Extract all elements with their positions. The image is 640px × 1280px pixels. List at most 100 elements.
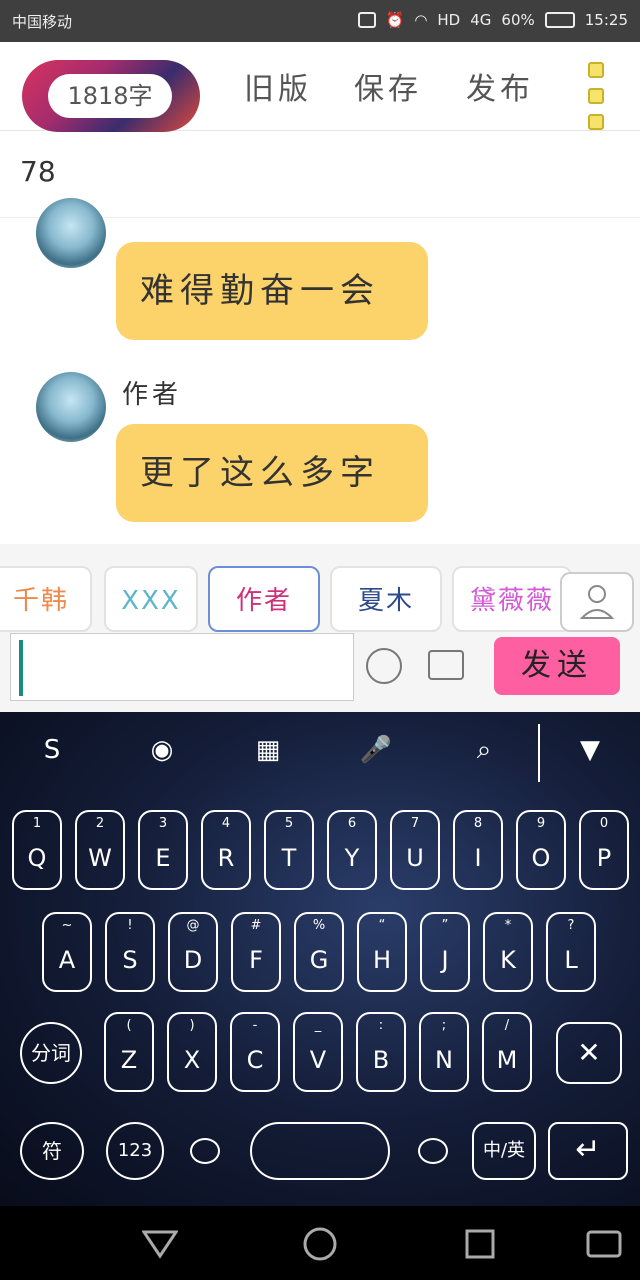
key-label: U xyxy=(406,844,424,872)
symbol-key[interactable]: 符 xyxy=(20,1122,84,1180)
key-a[interactable]: ~ A xyxy=(42,912,92,992)
key-label: A xyxy=(58,946,76,974)
avatar[interactable] xyxy=(36,372,106,442)
alarm-icon: ⏰ xyxy=(385,11,405,29)
key-v[interactable]: _ V xyxy=(293,1012,343,1092)
key-p[interactable]: 0P xyxy=(579,810,629,890)
key-label: H xyxy=(372,946,392,974)
back-icon[interactable] xyxy=(142,1228,178,1260)
chapter-value: 78 xyxy=(20,155,56,188)
key-secondary-label: @ xyxy=(186,918,200,933)
key-q[interactable]: 1Q xyxy=(12,810,62,890)
key-secondary-label: 2 xyxy=(95,816,105,831)
key-label: F xyxy=(249,946,263,974)
more-menu-icon[interactable] xyxy=(588,58,610,140)
keyboard-layout-icon[interactable]: ▦ xyxy=(248,730,288,770)
battery-text: 60% xyxy=(501,11,535,29)
carrier-label: 中国移动 xyxy=(12,13,73,31)
space-key[interactable] xyxy=(250,1122,390,1180)
message-input[interactable] xyxy=(10,633,354,701)
key-secondary-label: : xyxy=(378,1018,384,1033)
home-icon[interactable] xyxy=(302,1226,338,1262)
contact-icon[interactable] xyxy=(560,572,634,632)
key-m[interactable]: / M xyxy=(482,1012,532,1092)
status-icons: ⏰ ◠ HD 4G 60% 15:25 xyxy=(357,11,628,29)
role-tab[interactable]: XXX xyxy=(104,566,198,632)
key-w[interactable]: 2W xyxy=(75,810,125,890)
key-secondary-label: ) xyxy=(189,1018,195,1033)
key-e[interactable]: 3E xyxy=(138,810,188,890)
recents-icon[interactable] xyxy=(464,1228,496,1260)
collapse-keyboard-icon[interactable]: ▼ xyxy=(570,730,610,770)
key-secondary-label: / xyxy=(504,1018,510,1033)
role-tab[interactable]: 千韩 xyxy=(0,566,92,632)
key-z[interactable]: (Z xyxy=(104,1012,154,1092)
hd-label: HD xyxy=(437,11,461,29)
key-secondary-label: ; xyxy=(441,1018,447,1033)
keyboard-toggle-icon[interactable] xyxy=(586,1230,622,1258)
key-i[interactable]: 8I xyxy=(453,810,503,890)
avatar[interactable] xyxy=(36,198,106,268)
sogou-logo-icon[interactable]: S xyxy=(32,730,72,770)
fenci-button[interactable]: 分词 xyxy=(20,1022,82,1084)
key-secondary-label: “ xyxy=(378,918,386,933)
role-tab[interactable]: 夏木 xyxy=(330,566,442,632)
role-tab[interactable]: 黛薇薇 xyxy=(452,566,572,632)
key-label: R xyxy=(217,844,235,872)
delete-key[interactable]: ✕ xyxy=(556,1022,622,1084)
key-secondary-label: 8 xyxy=(473,816,483,831)
key-g[interactable]: % G xyxy=(294,912,344,992)
key-c[interactable]: -C xyxy=(230,1012,280,1092)
chapter-field[interactable]: 78 xyxy=(0,131,640,218)
language-switch-key[interactable]: 中/英 xyxy=(472,1122,536,1180)
enter-key[interactable]: ↵ xyxy=(548,1122,628,1180)
key-r[interactable]: 4R xyxy=(201,810,251,890)
robot-icon[interactable]: ◉ xyxy=(142,730,182,770)
key-l[interactable]: ? L xyxy=(546,912,596,992)
period-key[interactable] xyxy=(418,1138,448,1164)
emoji-icon[interactable] xyxy=(366,648,402,684)
key-f[interactable]: # F xyxy=(231,912,281,992)
key-secondary-label: 9 xyxy=(536,816,546,831)
key-b[interactable]: :B xyxy=(356,1012,406,1092)
send-button[interactable]: 发送 xyxy=(494,637,620,695)
numbers-key[interactable]: 123 xyxy=(106,1122,164,1180)
key-j[interactable]: ” J xyxy=(420,912,470,992)
key-t[interactable]: 5T xyxy=(264,810,314,890)
image-icon[interactable] xyxy=(428,650,464,680)
message-bubble[interactable]: 难得勤奋一会 xyxy=(116,242,428,340)
key-secondary-label: ! xyxy=(127,918,133,933)
save-button[interactable]: 保存 xyxy=(354,64,422,108)
publish-button[interactable]: 发布 xyxy=(466,64,534,108)
comma-key[interactable] xyxy=(190,1138,220,1164)
key-o[interactable]: 9O xyxy=(516,810,566,890)
key-label: X xyxy=(183,1046,201,1074)
old-version-button[interactable]: 旧版 xyxy=(244,64,312,108)
word-count-badge: 1818字 xyxy=(22,60,200,132)
key-d[interactable]: @ D xyxy=(168,912,218,992)
key-x[interactable]: ) X xyxy=(167,1012,217,1092)
key-secondary-label: 5 xyxy=(284,816,294,831)
key-label: J xyxy=(441,946,449,974)
composer-area: 千韩 XXX 作者 夏木 黛薇薇 发送 xyxy=(0,544,640,712)
key-y[interactable]: 6Y xyxy=(327,810,377,890)
top-bar: 1818字 旧版 保存 发布 xyxy=(0,42,640,132)
message-bubble[interactable]: 更了这么多字 xyxy=(116,424,428,522)
key-n[interactable]: ; N xyxy=(419,1012,469,1092)
key-secondary-label: % xyxy=(312,918,326,933)
microphone-icon[interactable]: 🎤 xyxy=(356,730,396,770)
key-label: C xyxy=(246,1046,264,1074)
key-h[interactable]: “H xyxy=(357,912,407,992)
key-k[interactable]: * K xyxy=(483,912,533,992)
key-label: D xyxy=(183,946,203,974)
key-label: M xyxy=(496,1046,518,1074)
key-s[interactable]: ! S xyxy=(105,912,155,992)
time-label: 15:25 xyxy=(584,11,628,29)
key-u[interactable]: 7U xyxy=(390,810,440,890)
key-label: Y xyxy=(344,844,360,872)
keyboard: S ◉ ▦ 🎤 ⌕ ▼ 1Q2W3E4R5T6Y7U8I9O0P ~ A! S @ D #… xyxy=(0,712,640,1206)
role-tab-selected[interactable]: 作者 xyxy=(208,566,320,632)
search-icon[interactable]: ⌕ xyxy=(464,730,504,770)
key-label: O xyxy=(531,844,551,872)
key-secondary-label: 6 xyxy=(347,816,357,831)
